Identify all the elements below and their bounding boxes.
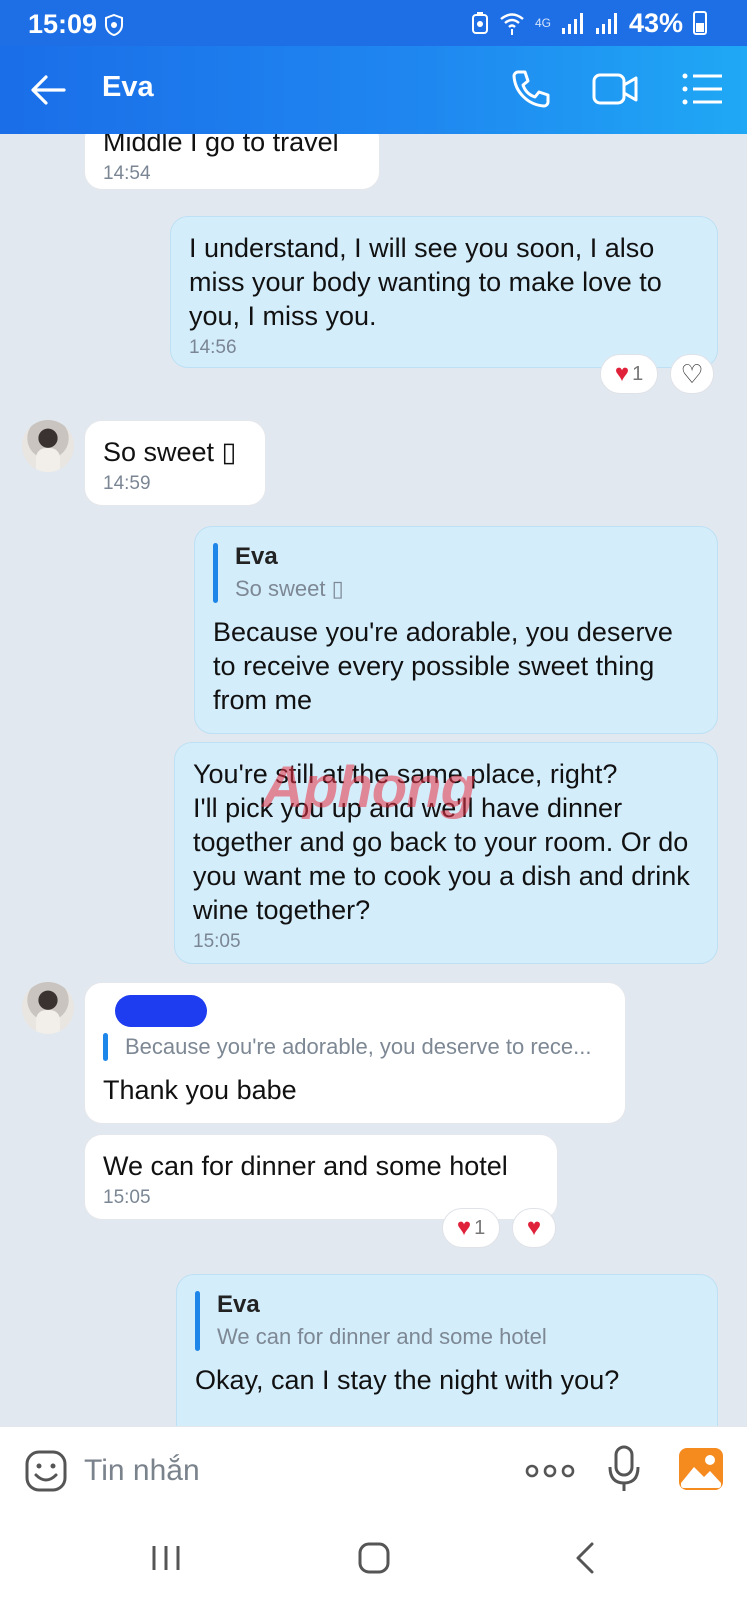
message-bubble-incoming[interactable]: Middle I go to travel 14:54 [84,134,380,190]
message-time: 14:54 [103,163,151,184]
signal-icon-2 [595,13,617,34]
system-navigation-bar [0,1516,747,1600]
quoted-message[interactable]: Because you're adorable, you deserve to … [103,1031,607,1063]
message-bubble-outgoing-reply[interactable]: Eva We can for dinner and some hotel Oka… [176,1274,718,1426]
message-time: 15:05 [103,1187,151,1208]
status-time: 15:09 [28,9,98,39]
message-list[interactable]: Middle I go to travel 14:54 I understand… [0,134,747,1426]
message-bubble-outgoing[interactable]: You're still at the same place, right? I… [174,742,718,964]
back-arrow-icon[interactable] [28,70,68,110]
quote-author: Eva [217,1291,260,1318]
message-text: We can for dinner and some hotel [103,1151,508,1181]
reaction-count-badge[interactable]: ♥ 1 [442,1208,500,1248]
video-camera-icon[interactable] [592,66,638,112]
message-bubble-incoming[interactable]: We can for dinner and some hotel 15:05 [84,1134,558,1220]
chat-header: Eva [0,46,747,134]
status-icons: 4G 43% [471,8,707,38]
reaction-count-badge[interactable]: ♥ 1 [600,354,658,394]
contact-name[interactable]: Eva [102,71,154,104]
quote-text: Because you're adorable, you deserve to … [125,1034,592,1059]
quote-text: We can for dinner and some hotel [217,1324,547,1349]
heart-icon: ♥ [526,1214,542,1241]
sticker-emoji-icon[interactable] [24,1449,68,1493]
battery-icon [693,11,707,35]
quoted-message[interactable]: Eva We can for dinner and some hotel [195,1289,699,1353]
quote-bar [103,1033,108,1061]
heart-icon: ♥ [456,1214,472,1241]
quote-author: Eva [235,543,278,570]
data-saver-icon [471,12,488,34]
shield-icon [105,14,123,36]
message-text: You're still at the same place, right? I… [193,759,690,925]
quote-text: So sweet ▯ [235,576,344,601]
quote-bar [195,1291,200,1351]
phone-icon[interactable] [508,66,554,112]
message-bubble-outgoing-reply[interactable]: Eva So sweet ▯ Because you're adorable, … [194,526,718,734]
redaction-scribble [115,995,207,1027]
recent-apps-icon[interactable] [146,1538,186,1578]
more-options-icon[interactable] [524,1451,576,1491]
message-input[interactable] [84,1449,484,1493]
home-icon[interactable] [354,1538,394,1578]
reaction-count: 1 [474,1216,486,1239]
message-composer [0,1426,747,1516]
list-menu-icon[interactable] [680,66,726,112]
image-gallery-icon[interactable] [678,1447,724,1491]
message-text: Because you're adorable, you deserve to … [213,617,673,715]
message-bubble-incoming-reply[interactable]: Because you're adorable, you deserve to … [84,982,626,1124]
add-reaction-button[interactable]: ♥ [512,1208,556,1248]
add-reaction-button[interactable]: ♡ [670,354,714,394]
back-icon[interactable] [566,1538,606,1578]
message-text: So sweet ▯ [103,437,237,467]
message-bubble-outgoing[interactable]: I understand, I will see you soon, I als… [170,216,718,368]
message-time: 14:59 [103,473,151,494]
avatar[interactable] [22,420,74,472]
status-bar: 15:09 4G 43% [0,0,747,46]
message-text: Okay, can I stay the night with you? [195,1365,620,1395]
message-time: 15:05 [193,931,241,952]
message-text: I understand, I will see you soon, I als… [189,233,662,331]
heart-icon: ♥ [614,360,630,387]
wifi-icon [500,13,524,35]
message-text: Middle I go to travel [103,134,339,157]
avatar[interactable] [22,982,74,1034]
reaction-count: 1 [632,362,644,385]
battery-percent: 43% [628,7,683,38]
heart-outline-icon: ♡ [680,359,704,389]
network-type: 4G [534,16,551,30]
signal-icon [561,13,583,34]
message-bubble-incoming[interactable]: So sweet ▯ 14:59 [84,420,266,506]
quote-bar [213,543,218,603]
microphone-icon[interactable] [606,1445,642,1493]
quoted-message[interactable]: Eva So sweet ▯ [213,541,699,605]
message-text: Thank you babe [103,1075,297,1105]
